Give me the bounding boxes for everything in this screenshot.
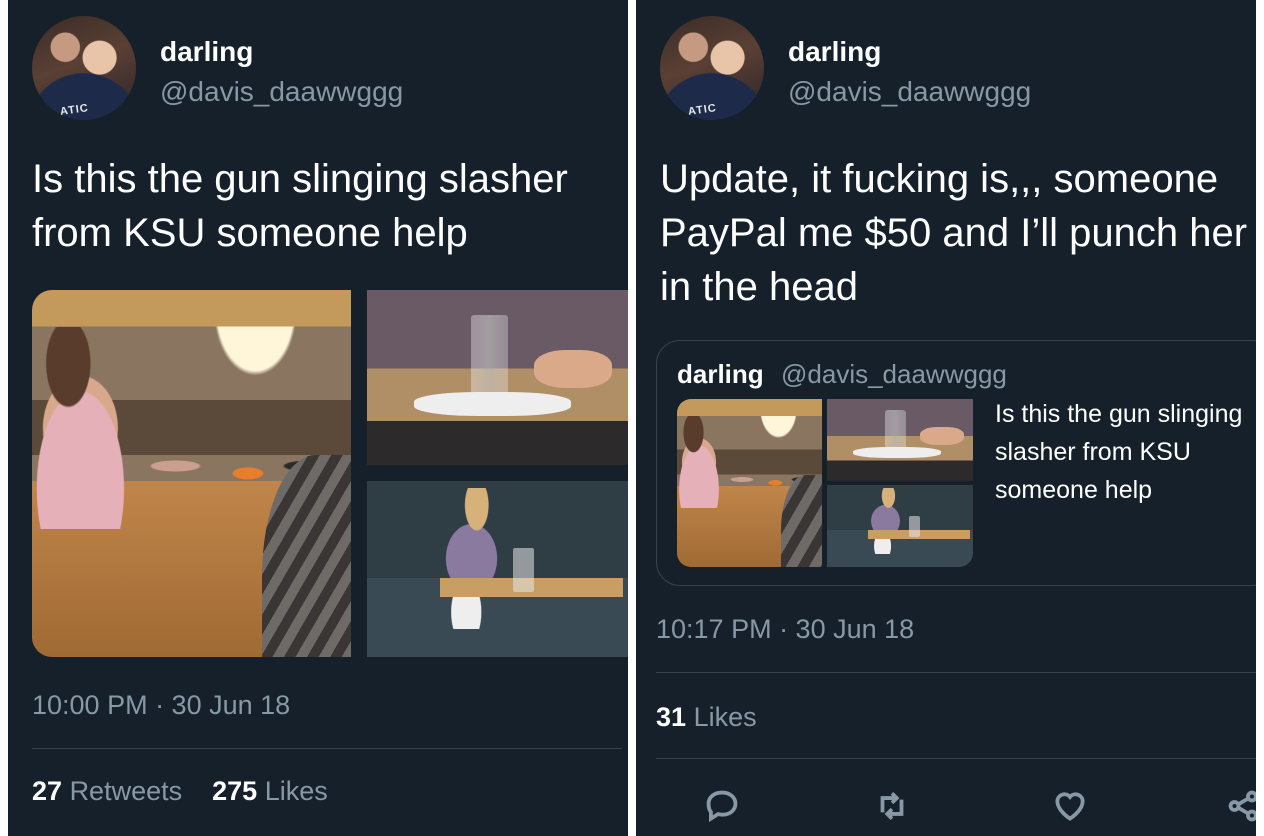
user-handle[interactable]: @davis_daawwggg: [160, 76, 403, 108]
quoted-tweet-text: Is this the gun slinging slasher from KS…: [995, 400, 1243, 504]
tweet-stats: 27 Retweets 275 Likes: [32, 776, 328, 807]
display-name[interactable]: darling: [788, 36, 881, 68]
tweet-text: Update, it fucking is,,, someone PayPal …: [660, 157, 1248, 309]
tweet-timestamp[interactable]: 10:17 PM · 30 Jun 18: [656, 614, 914, 645]
avatar[interactable]: ATIC: [660, 16, 764, 120]
share-icon[interactable]: [1224, 786, 1256, 826]
photo-girl: [856, 488, 915, 554]
likes-count: 275: [212, 776, 258, 806]
photo-glass: [471, 314, 508, 402]
photo-napkin: [413, 391, 571, 416]
avatar-shirt-text: ATIC: [59, 102, 90, 118]
retweet-icon[interactable]: [872, 786, 912, 826]
tweet-timestamp[interactable]: 10:00 PM · 30 Jun 18: [32, 690, 290, 721]
photo-person: [677, 415, 733, 509]
tweet-stats: 31 Likes: [656, 702, 757, 733]
tweet-photo-restaurant[interactable]: [32, 290, 351, 657]
photo-glass: [513, 547, 535, 592]
divider: [656, 758, 1256, 759]
quoted-photo-table: [827, 399, 973, 481]
tweet-panel-right: ATIC darling @davis_daawwggg Update, it …: [636, 0, 1256, 836]
quoted-display-name: darling: [677, 359, 764, 389]
photo-napkin: [853, 446, 941, 459]
photo-arm: [534, 349, 613, 388]
like-stat[interactable]: 275 Likes: [212, 776, 328, 806]
like-stat[interactable]: 31 Likes: [656, 702, 757, 732]
retweet-stat[interactable]: 27 Retweets: [32, 776, 182, 806]
divider: [656, 672, 1256, 673]
photo-arm: [920, 426, 965, 445]
likes-label: Likes: [693, 702, 757, 732]
quoted-handle: @davis_daawwggg: [781, 359, 1007, 389]
divider: [32, 748, 622, 749]
quoted-tweet[interactable]: darling @davis_daawwggg Is this the gun …: [656, 340, 1256, 586]
reply-icon[interactable]: [702, 786, 742, 826]
quoted-photo-restaurant: [677, 399, 822, 567]
photo-glass: [908, 516, 921, 537]
display-name[interactable]: darling: [160, 36, 253, 68]
likes-label: Likes: [264, 776, 328, 806]
retweets-label: Retweets: [69, 776, 183, 806]
user-handle[interactable]: @davis_daawwggg: [788, 76, 1031, 108]
likes-count: 31: [656, 702, 687, 732]
quoted-photo-booth: [827, 485, 973, 567]
like-icon[interactable]: [1050, 786, 1090, 826]
photo-person: [32, 326, 154, 529]
avatar[interactable]: ATIC: [32, 16, 136, 120]
avatar-shirt-text: ATIC: [687, 102, 718, 118]
photo-girl: [419, 488, 524, 629]
tweet-photo-table[interactable]: [367, 290, 628, 465]
tweet-text: Is this the gun slinging slasher from KS…: [32, 157, 568, 255]
retweets-count: 27: [32, 776, 63, 806]
tweet-panel-left: ATIC darling @davis_daawwggg Is this the…: [8, 0, 628, 836]
tweet-photo-booth[interactable]: [367, 481, 628, 657]
photo-glass: [885, 410, 906, 452]
